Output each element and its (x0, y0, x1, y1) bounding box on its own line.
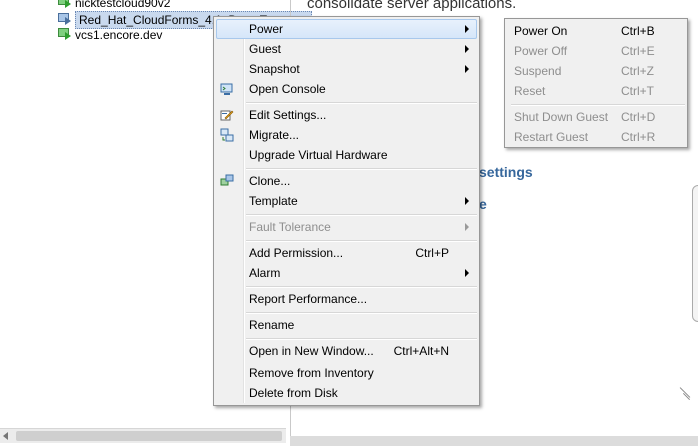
menu-item-power[interactable]: Power (214, 19, 479, 39)
resize-grip-icon[interactable] (678, 386, 692, 401)
menu-item-shortcut: Ctrl+T (621, 84, 654, 98)
menu-item-label: Fault Tolerance (249, 220, 331, 234)
menu-item-label: Power On (514, 24, 568, 38)
description-text: consolidate server applications. (307, 0, 517, 12)
menu-separator (246, 338, 477, 340)
menu-item-label: Upgrade Virtual Hardware (249, 148, 388, 162)
menu-item-migrate[interactable]: Migrate... (214, 125, 479, 145)
menu-item-shortcut: Ctrl+B (621, 24, 655, 38)
tree-item-label: vcs1.encore.dev (75, 28, 163, 42)
scroll-left-icon[interactable] (3, 432, 8, 440)
menu-item-shortcut: Ctrl+P (415, 246, 449, 260)
menu-item-label: Rename (249, 318, 295, 332)
menu-item-label: Migrate... (249, 128, 300, 142)
menu-item-snapshot[interactable]: Snapshot (214, 59, 479, 79)
submenu-arrow-icon (465, 65, 469, 73)
menu-item-label: Shut Down Guest (514, 110, 609, 124)
menu-separator (246, 168, 477, 170)
menu-separator (246, 102, 477, 104)
menu-item-label: Open Console (249, 82, 326, 96)
menu-separator (246, 286, 477, 288)
menu-item-shortcut: Ctrl+E (621, 44, 655, 58)
scrollbar-thumb[interactable] (16, 431, 282, 441)
menu-item-label: Edit Settings... (249, 108, 327, 122)
menu-item-label: Report Performance... (249, 292, 368, 306)
menu-item-shortcut: Ctrl+D (621, 110, 656, 124)
migrate-icon (220, 128, 234, 142)
menu-item-guest[interactable]: Guest (214, 39, 479, 59)
tree-horizontal-scrollbar[interactable] (0, 428, 286, 443)
menu-item-label: Reset (514, 84, 546, 98)
submenu-item-restart-guest: Restart Guest Ctrl+R (505, 127, 687, 147)
menu-item-rename[interactable]: Rename (214, 315, 479, 335)
menu-item-template[interactable]: Template (214, 191, 479, 211)
menu-item-label: Restart Guest (514, 130, 589, 144)
menu-item-label: Remove from Inventory (249, 366, 374, 380)
side-panel-handle[interactable] (692, 185, 698, 322)
context-menu: Power Guest Snapshot Open Console Edit S… (213, 16, 480, 406)
menu-item-label: Delete from Disk (249, 386, 338, 400)
menu-item-edit-settings[interactable]: Edit Settings... (214, 105, 479, 125)
menu-item-label: Clone... (249, 174, 291, 188)
menu-item-remove-inventory[interactable]: Remove from Inventory (214, 363, 479, 383)
edit-settings-link[interactable]: settings (479, 164, 533, 180)
menu-item-label: Add Permission... (249, 246, 344, 260)
submenu-arrow-icon (465, 269, 469, 277)
submenu-arrow-icon (465, 25, 469, 33)
vm-icon (57, 27, 71, 40)
menu-separator (246, 240, 477, 242)
status-strip (290, 436, 698, 446)
vm-icon (57, 0, 71, 8)
tree-item-label: nicktestcloud90v2 (75, 0, 171, 10)
console-icon (220, 82, 234, 96)
menu-item-label: Open in New Window... (249, 344, 374, 358)
content-link[interactable]: e (479, 196, 487, 212)
menu-item-open-new-window[interactable]: Open in New Window... Ctrl+Alt+N (214, 341, 479, 361)
menu-item-label: Power (249, 22, 284, 36)
menu-separator (246, 214, 477, 216)
power-submenu: Power On Ctrl+B Power Off Ctrl+E Suspend… (504, 18, 688, 148)
menu-separator (246, 312, 477, 314)
submenu-arrow-icon (465, 45, 469, 53)
menu-item-fault-tolerance: Fault Tolerance (214, 217, 479, 237)
menu-item-open-console[interactable]: Open Console (214, 79, 479, 99)
submenu-item-suspend: Suspend Ctrl+Z (505, 61, 687, 81)
menu-item-shortcut: Ctrl+R (621, 130, 656, 144)
menu-item-label: Template (249, 194, 298, 208)
menu-item-add-permission[interactable]: Add Permission... Ctrl+P (214, 243, 479, 263)
menu-item-shortcut: Ctrl+Alt+N (393, 344, 449, 358)
menu-item-report-performance[interactable]: Report Performance... (214, 289, 479, 309)
submenu-item-shut-down-guest: Shut Down Guest Ctrl+D (505, 107, 687, 127)
menu-item-label: Suspend (514, 64, 562, 78)
menu-item-label: Snapshot (249, 62, 300, 76)
template-icon (57, 12, 71, 25)
menu-separator (511, 104, 685, 106)
menu-item-upgrade-hardware[interactable]: Upgrade Virtual Hardware (214, 145, 479, 165)
submenu-arrow-icon (465, 197, 469, 205)
submenu-item-power-off: Power Off Ctrl+E (505, 41, 687, 61)
submenu-arrow-icon (465, 223, 469, 231)
menu-item-label: Guest (249, 42, 282, 56)
clone-icon (220, 174, 234, 188)
menu-item-shortcut: Ctrl+Z (621, 64, 654, 78)
menu-item-label: Alarm (249, 266, 281, 280)
menu-item-alarm[interactable]: Alarm (214, 263, 479, 283)
menu-item-clone[interactable]: Clone... (214, 171, 479, 191)
submenu-item-power-on[interactable]: Power On Ctrl+B (505, 21, 687, 41)
submenu-item-reset: Reset Ctrl+T (505, 81, 687, 101)
edit-settings-icon (220, 108, 234, 122)
menu-item-label: Power Off (514, 44, 568, 58)
menu-item-delete-disk[interactable]: Delete from Disk (214, 383, 479, 403)
